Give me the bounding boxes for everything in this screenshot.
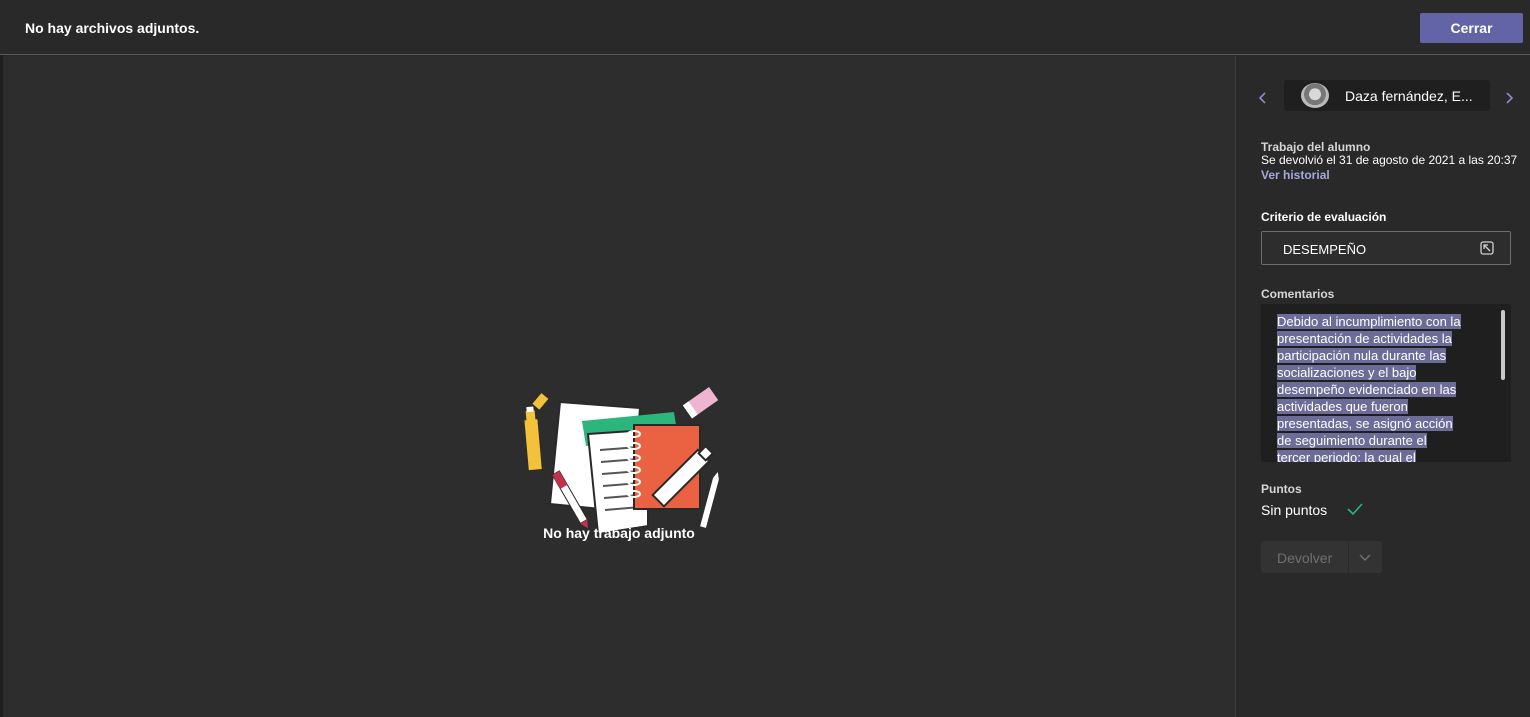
- rubric-value: DESEMPEÑO: [1283, 242, 1367, 257]
- open-rubric-icon: [1480, 241, 1494, 255]
- comments-text: Debido al incumplimiento con la presenta…: [1277, 313, 1487, 462]
- points-value: Sin puntos: [1261, 502, 1328, 518]
- comment-line: Debido al incumplimiento con la: [1277, 314, 1461, 329]
- comments-textarea[interactable]: Debido al incumplimiento con la presenta…: [1261, 304, 1511, 462]
- student-work-label: Trabajo del alumno: [1261, 140, 1371, 154]
- close-button[interactable]: Cerrar: [1420, 13, 1523, 43]
- return-button-label: Devolver: [1277, 550, 1333, 566]
- avatar: [1301, 83, 1329, 108]
- button-divider: [1348, 541, 1349, 573]
- comment-line: participación nula durante las: [1277, 348, 1447, 363]
- next-student-button[interactable]: [1499, 84, 1519, 112]
- comments-label: Comentarios: [1261, 287, 1335, 301]
- previous-student-button[interactable]: [1253, 84, 1273, 112]
- comment-line: presentación de actividades la: [1277, 331, 1452, 346]
- view-history-link[interactable]: Ver historial: [1261, 168, 1330, 182]
- comments-scrollbar[interactable]: [1501, 310, 1505, 380]
- comment-line: socializaciones y el bajo: [1277, 365, 1417, 380]
- main-preview-area: No hay trabajo adjunto: [3, 56, 1235, 717]
- comment-line: de seguimiento durante el: [1277, 433, 1427, 448]
- comment-line: desempeño evidenciado en las: [1277, 382, 1457, 397]
- chevron-left-icon: [1258, 92, 1266, 104]
- student-selector[interactable]: Daza fernández, E...: [1284, 80, 1490, 111]
- grading-side-panel: Daza fernández, E... Trabajo del alumno …: [1235, 56, 1530, 717]
- top-bar: No hay archivos adjuntos. Cerrar: [0, 0, 1530, 55]
- rubric-label: Criterio de evaluación: [1261, 210, 1387, 224]
- chevron-right-icon: [1506, 92, 1514, 104]
- rubric-button[interactable]: DESEMPEÑO: [1261, 231, 1511, 265]
- check-icon: [1347, 503, 1363, 516]
- notebook-and-pencils-illustration: [524, 386, 719, 536]
- comment-line: actividades que fueron: [1277, 399, 1408, 414]
- chevron-down-icon[interactable]: [1358, 550, 1372, 564]
- comment-line: presentadas, se asignó acción: [1277, 416, 1453, 431]
- comment-line: tercer periodo; la cual el: [1277, 450, 1416, 462]
- empty-state-message: No hay trabajo adjunto: [543, 525, 695, 541]
- return-button[interactable]: Devolver: [1261, 541, 1382, 573]
- points-label: Puntos: [1261, 482, 1302, 496]
- student-name: Daza fernández, E...: [1345, 88, 1473, 104]
- returned-timestamp: Se devolvió el 31 de agosto de 2021 a la…: [1261, 153, 1518, 167]
- attachments-title: No hay archivos adjuntos.: [25, 20, 200, 36]
